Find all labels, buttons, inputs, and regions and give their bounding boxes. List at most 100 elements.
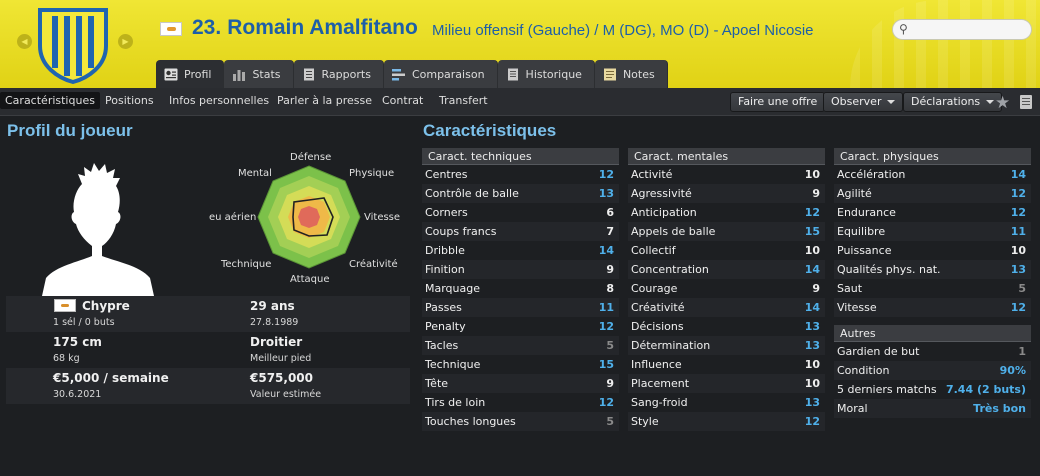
attribute-row[interactable]: Marquage 8 bbox=[422, 279, 619, 298]
attribute-row[interactable]: Touches longues 5 bbox=[422, 412, 619, 431]
declarations-button[interactable]: Déclarations bbox=[903, 92, 1003, 112]
next-player-icon[interactable]: ▶ bbox=[118, 34, 133, 49]
attribute-name: Tête bbox=[425, 377, 449, 390]
attribute-name: Style bbox=[631, 415, 659, 428]
tab-stats[interactable]: Stats bbox=[224, 60, 294, 88]
attribute-value: 12 bbox=[598, 168, 614, 181]
attribute-value: 5 bbox=[1018, 282, 1026, 295]
attribute-row[interactable]: Contrôle de balle 13 bbox=[422, 184, 619, 203]
attribute-name: Equilibre bbox=[837, 225, 886, 238]
club-crest-icon bbox=[38, 8, 108, 84]
attribute-row[interactable]: Qualités phys. nat. 13 bbox=[834, 260, 1031, 279]
tab-notes[interactable]: Notes bbox=[594, 60, 668, 88]
attribute-row[interactable]: Courage 9 bbox=[628, 279, 825, 298]
attribute-row[interactable]: Accélération 14 bbox=[834, 165, 1031, 184]
attribute-row[interactable]: Anticipation 12 bbox=[628, 203, 825, 222]
attribute-row[interactable]: Vitesse 12 bbox=[834, 298, 1031, 317]
attribute-row[interactable]: Influence 10 bbox=[628, 355, 825, 374]
preferred-foot-value: Droitier bbox=[250, 335, 303, 349]
attribute-row[interactable]: Appels de balle 15 bbox=[628, 222, 825, 241]
attribute-row[interactable]: Puissance 10 bbox=[834, 241, 1031, 260]
attribute-row[interactable]: Technique 15 bbox=[422, 355, 619, 374]
document-icon[interactable] bbox=[1020, 95, 1032, 109]
tab-profile[interactable]: Profil bbox=[156, 60, 225, 88]
attribute-row[interactable]: Dribble 14 bbox=[422, 241, 619, 260]
tab-label: Stats bbox=[252, 67, 281, 81]
tab-reports[interactable]: Rapports bbox=[293, 60, 384, 88]
radar-label-creativity: Créativité bbox=[349, 259, 398, 270]
attribute-row[interactable]: Condition 90% bbox=[834, 361, 1031, 380]
attribute-name: Gardien de but bbox=[837, 345, 920, 358]
attribute-row[interactable]: Concentration 14 bbox=[628, 260, 825, 279]
previous-player-icon[interactable]: ◀ bbox=[17, 34, 32, 49]
player-silhouette-icon bbox=[42, 163, 154, 296]
radar-label-mental: Mental bbox=[238, 168, 272, 179]
attribute-name: Vitesse bbox=[837, 301, 877, 314]
attribute-row[interactable]: Corners 6 bbox=[422, 203, 619, 222]
wage-value: €5,000 / semaine bbox=[53, 371, 169, 385]
attribute-row[interactable]: Tirs de loin 12 bbox=[422, 393, 619, 412]
technical-attributes-column: Caract. techniques Centres 12 Contrôle de … bbox=[422, 148, 619, 431]
attribute-row[interactable]: Activité 10 bbox=[628, 165, 825, 184]
mental-attributes-header: Caract. mentales bbox=[628, 148, 825, 165]
attribute-row[interactable]: Placement 10 bbox=[628, 374, 825, 393]
make-offer-label: Faire une offre bbox=[738, 95, 818, 108]
attribute-row[interactable]: Collectif 10 bbox=[628, 241, 825, 260]
attribute-value: 14 bbox=[1010, 168, 1026, 181]
attribute-row[interactable]: Gardien de but 1 bbox=[834, 342, 1031, 361]
make-offer-button[interactable]: Faire une offre bbox=[730, 92, 826, 112]
attribute-name: Placement bbox=[631, 377, 690, 390]
attribute-row[interactable]: 5 derniers matchs 7.44 (2 buts) bbox=[834, 380, 1031, 399]
search-input[interactable]: ⚲ bbox=[892, 19, 1032, 40]
star-icon[interactable]: ★ bbox=[995, 93, 1010, 113]
attribute-name: Sang-froid bbox=[631, 396, 688, 409]
attribute-row[interactable]: Style 12 bbox=[628, 412, 825, 431]
technical-attributes-list: Centres 12 Contrôle de balle 13 Corners 6 Coup… bbox=[422, 165, 619, 431]
subnav-item-attributes[interactable]: Caractéristiques bbox=[0, 92, 100, 109]
profile-title: Profil du joueur bbox=[7, 121, 133, 140]
attribute-name: Marquage bbox=[425, 282, 481, 295]
attribute-row[interactable]: Finition 9 bbox=[422, 260, 619, 279]
nationality-value[interactable]: Chypre bbox=[82, 299, 130, 313]
subnav-item-personal-info[interactable]: Infos personnelles bbox=[169, 94, 269, 107]
player-position-club: Milieu offensif (Gauche) / M (DG), MO (D… bbox=[432, 22, 814, 39]
subnav-item-transfer[interactable]: Transfert bbox=[439, 94, 488, 107]
attribute-name: Puissance bbox=[837, 244, 892, 257]
observe-button[interactable]: Observer bbox=[823, 92, 904, 112]
attribute-row[interactable]: Agressivité 9 bbox=[628, 184, 825, 203]
tab-comparison[interactable]: Comparaison bbox=[383, 60, 498, 88]
subnav-item-press[interactable]: Parler à la presse bbox=[277, 94, 372, 107]
other-attributes-list: Gardien de but 1 Condition 90% 5 derniers ma… bbox=[834, 342, 1031, 418]
attribute-row[interactable]: Agilité 12 bbox=[834, 184, 1031, 203]
attribute-value: 5 bbox=[606, 339, 614, 352]
attribute-name: Agressivité bbox=[631, 187, 692, 200]
attribute-name: Coups francs bbox=[425, 225, 497, 238]
player-name: Romain Amalfitano bbox=[227, 16, 418, 39]
attribute-row[interactable]: Penalty 12 bbox=[422, 317, 619, 336]
attribute-name: Condition bbox=[837, 364, 890, 377]
attribute-value: 14 bbox=[804, 301, 820, 314]
attribute-row[interactable]: Décisions 13 bbox=[628, 317, 825, 336]
attributes-title: Caractéristiques bbox=[423, 121, 557, 140]
attribute-row[interactable]: Sang-froid 13 bbox=[628, 393, 825, 412]
attribute-row[interactable]: Equilibre 11 bbox=[834, 222, 1031, 241]
attribute-name: Appels de balle bbox=[631, 225, 716, 238]
attribute-row[interactable]: Tacles 5 bbox=[422, 336, 619, 355]
attribute-row[interactable]: Moral Très bon bbox=[834, 399, 1031, 418]
subnav-item-positions[interactable]: Positions bbox=[105, 94, 154, 107]
tab-history[interactable]: Historique bbox=[497, 60, 595, 88]
estimated-value: €575,000 bbox=[250, 371, 314, 385]
attribute-row[interactable]: Centres 12 bbox=[422, 165, 619, 184]
player-name-title: 23. Romain Amalfitano bbox=[192, 16, 424, 40]
attribute-row[interactable]: Endurance 12 bbox=[834, 203, 1031, 222]
attribute-row[interactable]: Saut 5 bbox=[834, 279, 1031, 298]
attribute-row[interactable]: Détermination 13 bbox=[628, 336, 825, 355]
attribute-value: 14 bbox=[598, 244, 614, 257]
attribute-row[interactable]: Créativité 14 bbox=[628, 298, 825, 317]
attribute-row[interactable]: Coups francs 7 bbox=[422, 222, 619, 241]
attribute-name: Activité bbox=[631, 168, 673, 181]
subnav-item-contract[interactable]: Contrat bbox=[382, 94, 423, 107]
attribute-value: 10 bbox=[804, 358, 820, 371]
attribute-row[interactable]: Passes 11 bbox=[422, 298, 619, 317]
attribute-row[interactable]: Tête 9 bbox=[422, 374, 619, 393]
